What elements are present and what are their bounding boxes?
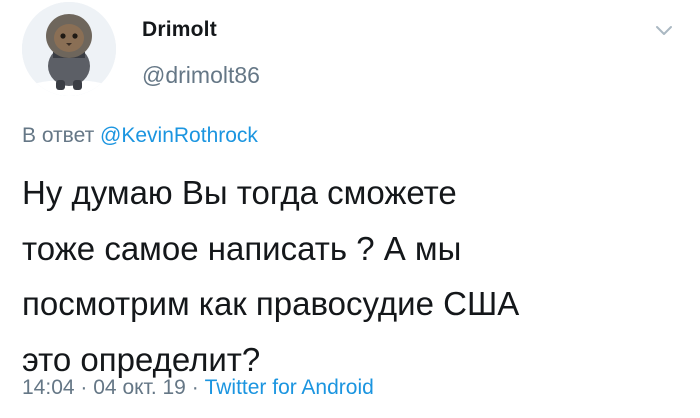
reply-prefix: В ответ	[22, 124, 95, 147]
meta-separator: ·	[80, 376, 88, 399]
chevron-down-icon	[656, 26, 672, 35]
reply-context: В ответ @KevinRothrock	[22, 124, 258, 148]
author-display-name[interactable]: Drimolt	[142, 18, 217, 42]
tweet-source-link[interactable]: Twitter for Android	[205, 376, 374, 399]
reply-mention-link[interactable]: @KevinRothrock	[100, 124, 258, 147]
meta-separator: ·	[191, 376, 199, 399]
tweet-text: Ну думаю Вы тогда сможете тоже самое нап…	[22, 174, 520, 378]
tweet-meta: 14:04 · 04 окт. 19 · Twitter for Android	[22, 376, 374, 400]
avatar[interactable]	[22, 2, 116, 96]
tweet-menu-button[interactable]	[652, 18, 676, 42]
tweet-time[interactable]: 14:04	[22, 376, 75, 399]
cat-in-hood-avatar-icon	[22, 2, 116, 96]
tweet-date[interactable]: 04 окт. 19	[93, 376, 186, 399]
author-handle[interactable]: @drimolt86	[142, 62, 260, 89]
tweet: Drimolt @drimolt86 В ответ @KevinRothroc…	[0, 0, 700, 418]
